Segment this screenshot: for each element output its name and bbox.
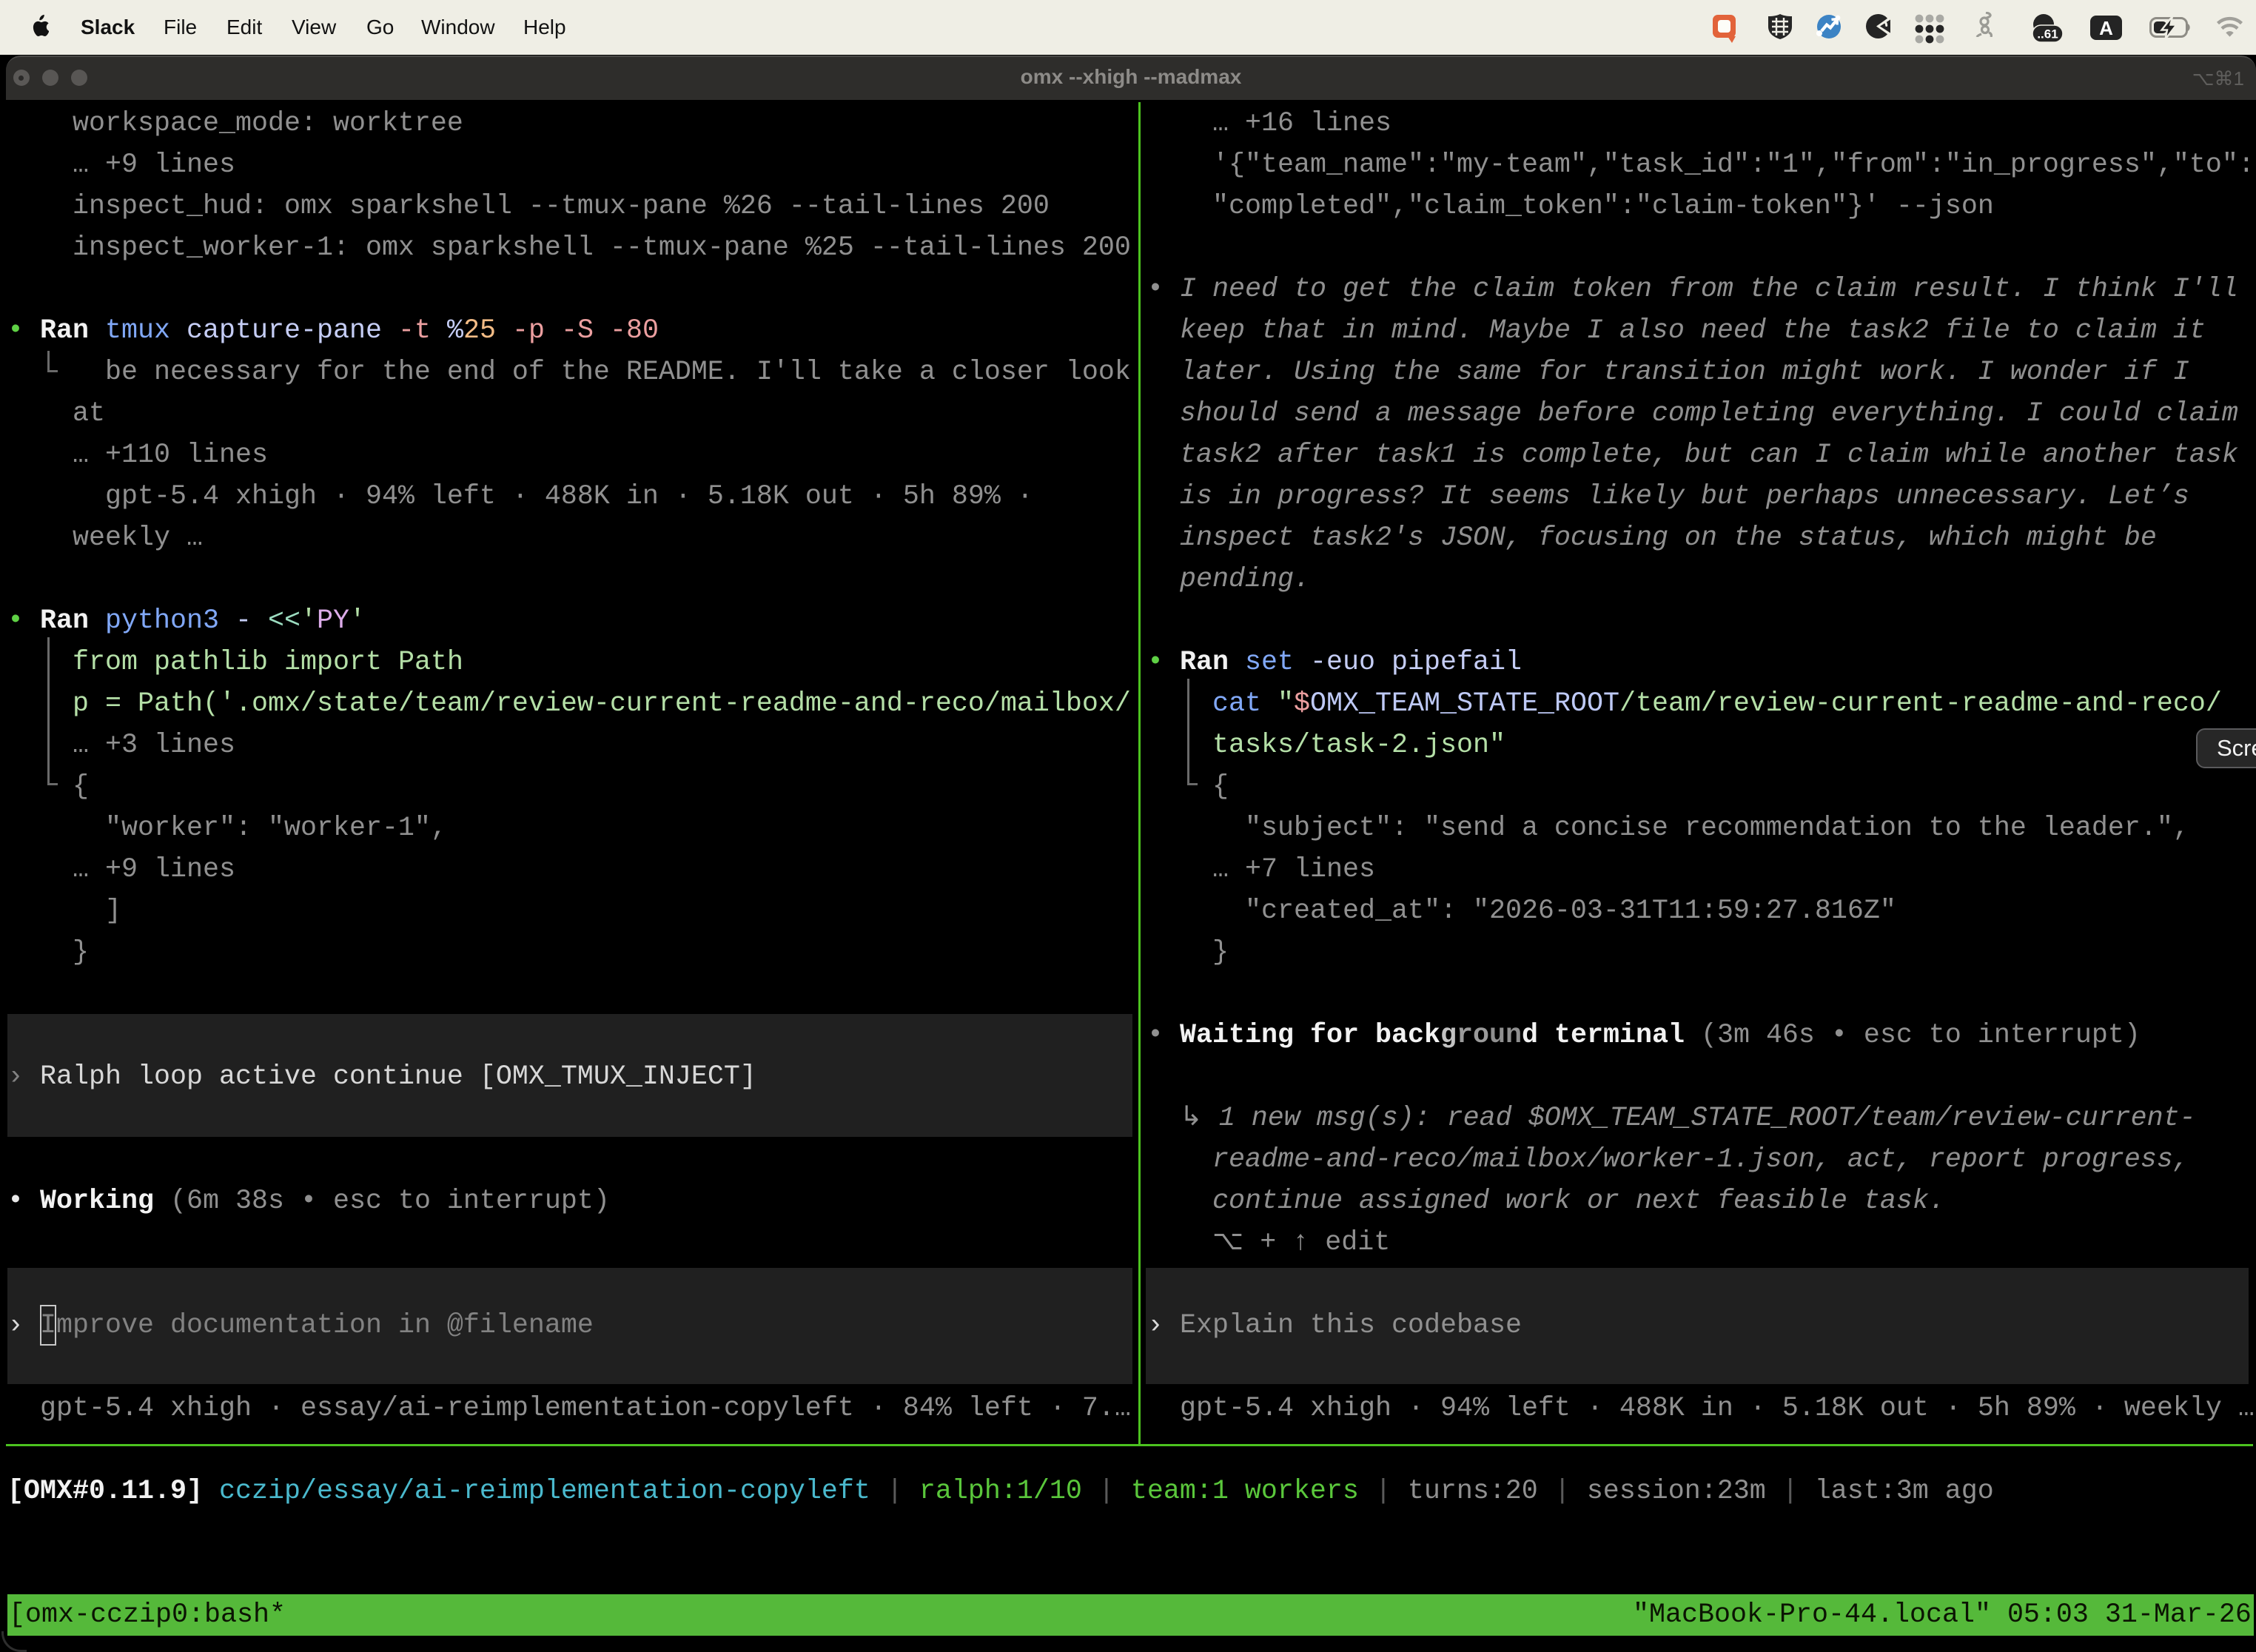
svg-text:..61: ..61 bbox=[2037, 27, 2058, 41]
